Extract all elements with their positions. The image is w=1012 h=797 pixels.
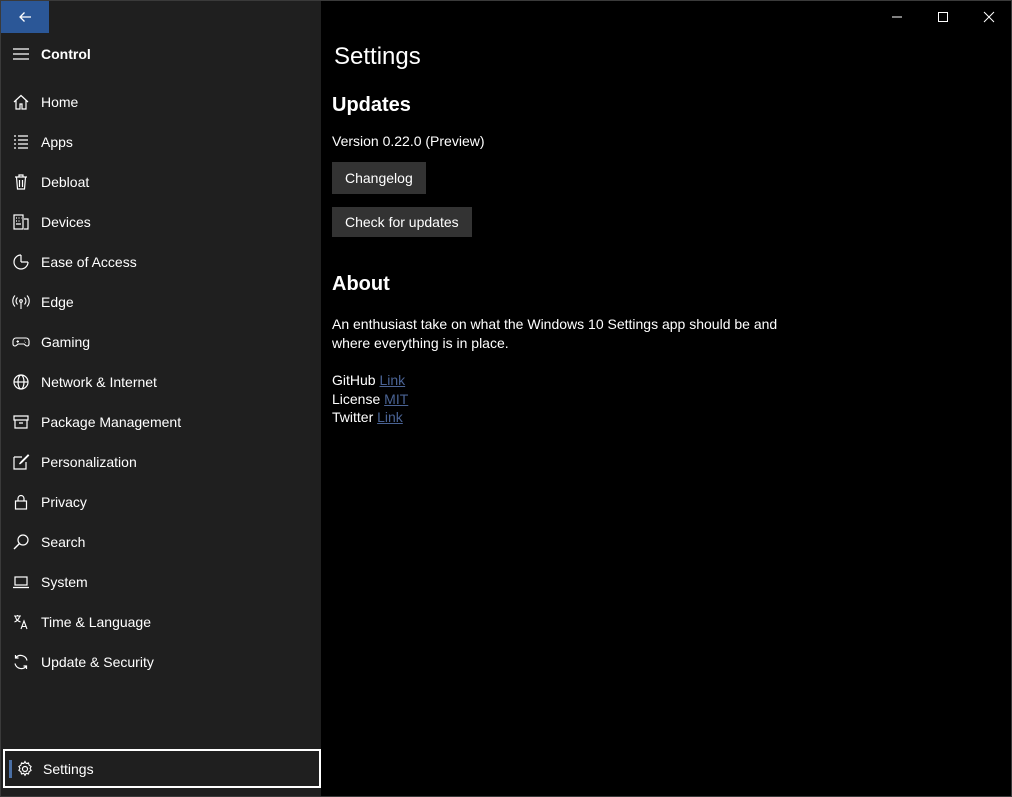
sync-icon xyxy=(1,642,41,682)
sidebar-item-search[interactable]: Search xyxy=(1,522,321,562)
sidebar-item-settings[interactable]: Settings xyxy=(3,749,321,788)
sidebar-item-privacy[interactable]: Privacy xyxy=(1,482,321,522)
broadcast-icon xyxy=(1,282,41,322)
sidebar-item-package-management[interactable]: Package Management xyxy=(1,402,321,442)
lock-icon xyxy=(1,482,41,522)
license-link[interactable]: MIT xyxy=(384,391,408,407)
link-row-label: Twitter xyxy=(332,409,374,425)
keyboard-icon xyxy=(1,202,41,242)
sidebar-item-label: Gaming xyxy=(41,334,91,350)
minimize-button[interactable] xyxy=(874,1,920,33)
sidebar-item-label: Settings xyxy=(43,760,94,777)
minimize-icon xyxy=(892,16,902,18)
gear-icon xyxy=(7,759,43,778)
app-window: Control Home Apps Debloat Devices Ease o… xyxy=(0,0,1012,797)
sidebar-item-label: Edge xyxy=(41,294,74,310)
sidebar-item-apps[interactable]: Apps xyxy=(1,122,321,162)
sidebar-item-label: Ease of Access xyxy=(41,254,137,270)
sidebar-item-gaming[interactable]: Gaming xyxy=(1,322,321,362)
page-title: Settings xyxy=(334,43,421,70)
back-arrow-icon xyxy=(19,12,31,22)
sidebar-item-edge[interactable]: Edge xyxy=(1,282,321,322)
link-row-label: License xyxy=(332,391,381,407)
sidebar-item-debloat[interactable]: Debloat xyxy=(1,162,321,202)
sidebar-item-label: Search xyxy=(41,534,86,550)
github-link[interactable]: Link xyxy=(379,372,405,388)
paint-icon xyxy=(1,442,41,482)
trash-icon xyxy=(1,162,41,202)
sidebar-item-ease-of-access[interactable]: Ease of Access xyxy=(1,242,321,282)
updates-heading: Updates xyxy=(332,94,411,116)
license-row: License MIT xyxy=(332,391,408,407)
laptop-icon xyxy=(1,562,41,602)
sidebar-item-label: Update & Security xyxy=(41,654,154,670)
hamburger-menu[interactable]: Control xyxy=(1,34,321,74)
app-title: Control xyxy=(41,46,91,62)
changelog-button[interactable]: Changelog xyxy=(332,162,426,194)
sidebar-item-label: Time & Language xyxy=(41,614,151,630)
time-language-icon xyxy=(1,602,41,642)
sidebar-item-label: Personalization xyxy=(41,454,137,470)
sidebar-item-label: Devices xyxy=(41,214,91,230)
sidebar-item-label: Debloat xyxy=(41,174,90,190)
sidebar-item-label: Privacy xyxy=(41,494,87,510)
maximize-icon xyxy=(938,12,948,22)
package-icon xyxy=(1,402,41,442)
version-text: Version 0.22.0 (Preview) xyxy=(332,133,485,149)
apps-list-icon xyxy=(1,122,41,162)
sidebar-item-time-language[interactable]: Time & Language xyxy=(1,602,321,642)
search-icon xyxy=(1,522,41,562)
link-row-label: GitHub xyxy=(332,372,376,388)
selection-indicator xyxy=(9,760,12,778)
sidebar-item-personalization[interactable]: Personalization xyxy=(1,442,321,482)
about-description: An enthusiast take on what the Windows 1… xyxy=(332,316,778,351)
sidebar-item-label: System xyxy=(41,574,88,590)
twitter-link[interactable]: Link xyxy=(377,409,403,425)
sidebar-item-label: Network & Internet xyxy=(41,374,157,390)
home-icon xyxy=(1,82,41,122)
sidebar: Control Home Apps Debloat Devices Ease o… xyxy=(1,1,321,796)
sidebar-item-label: Apps xyxy=(41,134,73,150)
check-updates-button[interactable]: Check for updates xyxy=(332,207,472,237)
about-heading: About xyxy=(332,273,390,295)
sidebar-item-devices[interactable]: Devices xyxy=(1,202,321,242)
ease-of-access-icon xyxy=(1,242,41,282)
sidebar-item-network[interactable]: Network & Internet xyxy=(1,362,321,402)
sidebar-item-label: Package Management xyxy=(41,414,182,430)
twitter-row: Twitter Link xyxy=(332,409,403,425)
github-row: GitHub Link xyxy=(332,372,405,388)
sidebar-item-update-security[interactable]: Update & Security xyxy=(1,642,321,682)
close-button[interactable] xyxy=(966,1,1012,33)
sidebar-item-home[interactable]: Home xyxy=(1,82,321,122)
hamburger-icon xyxy=(1,47,41,61)
maximize-button[interactable] xyxy=(920,1,966,33)
back-button[interactable] xyxy=(1,1,49,33)
gamepad-icon xyxy=(1,322,41,362)
close-icon xyxy=(983,11,995,23)
globe-icon xyxy=(1,362,41,402)
sidebar-item-label: Home xyxy=(41,94,79,110)
sidebar-item-system[interactable]: System xyxy=(1,562,321,602)
nav-list: Home Apps Debloat Devices Ease of Access… xyxy=(1,82,321,682)
